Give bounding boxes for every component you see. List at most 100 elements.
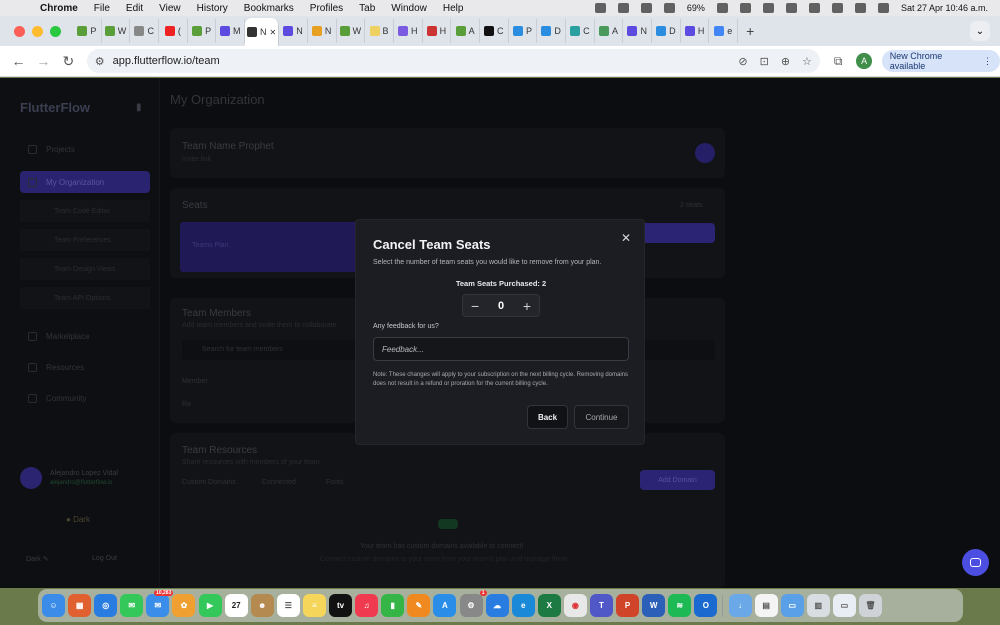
facetime-icon[interactable]: ▶ (198, 594, 222, 617)
play-icon[interactable] (762, 3, 774, 13)
install-app-icon[interactable]: ⊡ (760, 55, 769, 68)
decrement-button[interactable]: − (471, 299, 479, 313)
preview-icon[interactable]: ▥ (806, 594, 830, 617)
back-button[interactable]: Back (527, 405, 568, 429)
zoom-icon[interactable]: ⊕ (781, 55, 790, 68)
browser-tab[interactable]: W (337, 19, 366, 43)
search-icon[interactable] (808, 3, 820, 13)
close-window-button[interactable] (14, 25, 25, 37)
url-text[interactable]: app.flutterflow.io/team (113, 55, 220, 67)
browser-tab[interactable]: N ✕ (245, 18, 280, 46)
browser-tab[interactable]: e (709, 19, 739, 43)
menu-view[interactable]: View (159, 3, 181, 14)
continue-button[interactable]: Continue (574, 405, 629, 429)
back-arrow-icon[interactable]: ← (8, 53, 29, 69)
support-chat-button[interactable] (962, 549, 989, 576)
browser-tab[interactable]: B (365, 19, 394, 43)
browser-tab[interactable]: W (102, 19, 131, 43)
browser-tab[interactable]: P (73, 19, 102, 43)
new-tab-button[interactable]: + (746, 23, 754, 39)
outlook-icon[interactable]: O (694, 594, 718, 617)
downloads-icon[interactable]: ↓ (728, 594, 752, 617)
folder-icon[interactable]: ▭ (780, 594, 804, 617)
control-center-icon[interactable] (854, 3, 866, 13)
status-icon[interactable] (617, 3, 629, 13)
menubar-clock[interactable]: Sat 27 Apr 10:46 a.m. (901, 3, 988, 13)
browser-tab[interactable]: H (394, 19, 423, 43)
trash-icon[interactable]: 🗑 (859, 594, 882, 617)
browser-tab[interactable]: N (623, 19, 653, 43)
reload-icon[interactable]: ↻ (58, 53, 79, 70)
battery-icon[interactable] (716, 3, 728, 13)
screenshot-icon[interactable]: ▭ (832, 594, 856, 617)
document-icon[interactable]: ▤ (754, 594, 778, 617)
browser-tab[interactable]: C (130, 19, 160, 43)
chrome-icon[interactable]: ◉ (563, 594, 587, 617)
browser-tab[interactable]: N (279, 19, 308, 43)
address-bar[interactable]: ⚙ app.flutterflow.io/team ⊘ ⊡ ⊕ ☆ (86, 49, 820, 73)
messages-icon[interactable]: ✉ (120, 594, 144, 617)
browser-tab[interactable]: A (451, 19, 480, 43)
mail-icon[interactable]: ✉ 10,283 (146, 590, 174, 617)
close-icon[interactable]: ✕ (621, 231, 631, 245)
numbers-icon[interactable]: ▮ (381, 594, 405, 617)
status-icon[interactable] (594, 3, 606, 13)
menu-history[interactable]: History (197, 3, 228, 14)
menu-window[interactable]: Window (391, 3, 427, 14)
maximize-window-button[interactable] (50, 25, 61, 37)
browser-tab[interactable]: N (308, 19, 337, 43)
teams-icon[interactable]: T (589, 594, 613, 617)
new-chrome-available-button[interactable]: New Chrome available ⋮ (881, 50, 1000, 72)
music-icon[interactable]: ♫ (355, 594, 379, 617)
browser-tab[interactable]: P (509, 19, 538, 43)
browser-tab[interactable]: A (595, 19, 624, 43)
menu-profiles[interactable]: Profiles (310, 3, 343, 14)
browser-tab[interactable]: H (423, 19, 452, 43)
safari-icon[interactable]: ◎ (94, 594, 118, 617)
appstore-icon[interactable]: A (433, 594, 457, 617)
powerpoint-icon[interactable]: P (616, 594, 640, 617)
menu-app-name[interactable]: Chrome (40, 3, 78, 14)
reminders-icon[interactable]: ☰ (276, 594, 300, 617)
menu-bookmarks[interactable]: Bookmarks (244, 3, 294, 14)
display-icon[interactable] (831, 3, 843, 13)
browser-tab[interactable]: C (480, 19, 509, 43)
finder-icon[interactable]: ☺ (42, 594, 65, 617)
close-tab-icon[interactable]: ✕ (270, 28, 277, 37)
tv-icon[interactable]: tv (329, 594, 353, 617)
photos-icon[interactable]: ✿ (172, 594, 196, 617)
profile-avatar[interactable]: A (856, 53, 872, 69)
increment-button[interactable]: + (523, 299, 531, 313)
feedback-input[interactable] (373, 337, 629, 361)
browser-tab[interactable]: P (188, 19, 217, 43)
browser-tab[interactable]: D (652, 19, 681, 43)
contacts-icon[interactable]: ☻ (250, 594, 274, 617)
settings-icon[interactable]: ⚙ 1 (459, 590, 487, 617)
spotify-icon[interactable]: ≋ (668, 594, 692, 617)
onedrive-icon[interactable]: ☁ (485, 594, 509, 617)
excel-icon[interactable]: X (537, 594, 561, 617)
menu-edit[interactable]: Edit (126, 3, 143, 14)
siri-icon[interactable] (877, 3, 889, 13)
cloud-icon[interactable] (663, 3, 675, 13)
browser-tab[interactable]: H (681, 19, 710, 43)
browser-tab[interactable]: C (566, 19, 595, 43)
wifi-icon[interactable] (785, 3, 797, 13)
extensions-puzzle-icon[interactable]: ⧉ (834, 54, 843, 69)
status-icon[interactable] (640, 3, 652, 13)
edge-icon[interactable]: e (511, 594, 535, 617)
tab-search-chevron-icon[interactable]: ⌄ (970, 21, 990, 41)
menu-tab[interactable]: Tab (359, 3, 375, 14)
browser-tab[interactable]: ( (159, 19, 188, 43)
menu-file[interactable]: File (94, 3, 110, 14)
bookmark-star-icon[interactable]: ☆ (802, 55, 812, 68)
browser-tab[interactable]: D (537, 19, 566, 43)
launchpad-icon[interactable]: ▦ (68, 594, 92, 617)
notes-icon[interactable]: ≡ (302, 594, 326, 617)
browser-tab[interactable]: M (216, 19, 246, 43)
calendar-icon[interactable]: 27 (224, 594, 248, 617)
pages-icon[interactable]: ✎ (407, 594, 431, 617)
menu-help[interactable]: Help (443, 3, 464, 14)
word-icon[interactable]: W (642, 594, 666, 617)
site-info-icon[interactable]: ⚙ (95, 55, 105, 68)
